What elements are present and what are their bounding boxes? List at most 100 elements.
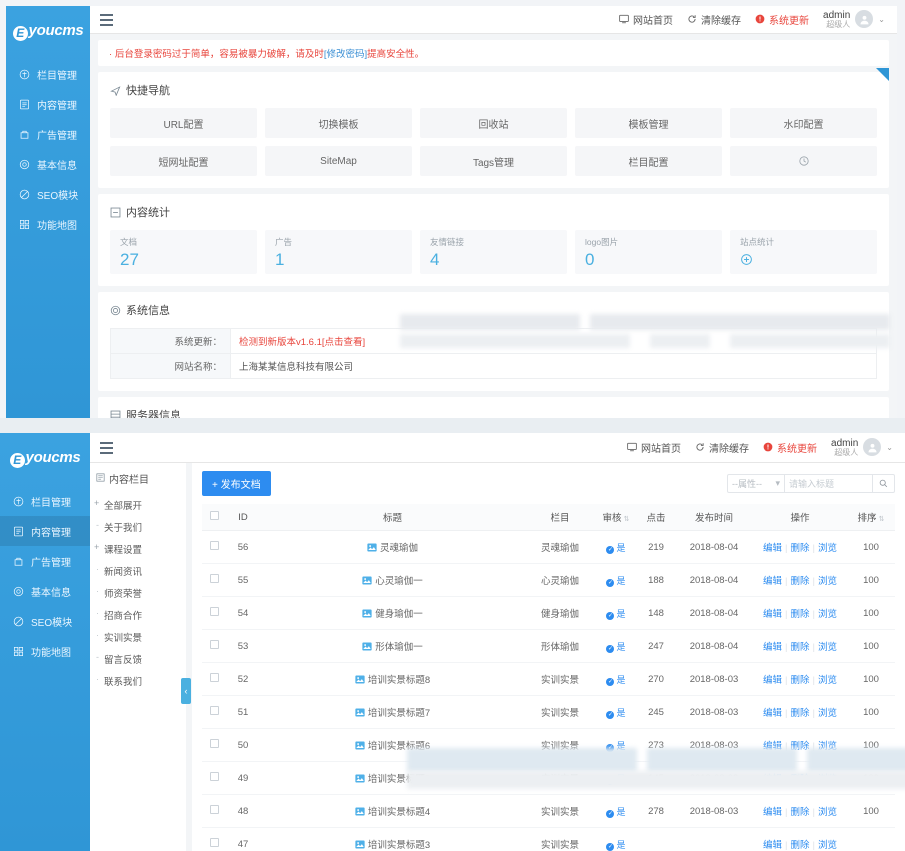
select-all-checkbox[interactable]: [210, 511, 219, 520]
row-title-cell[interactable]: 心灵瑜伽一: [260, 564, 525, 597]
publish-document-button[interactable]: + 发布文档: [202, 471, 271, 496]
tree-item-6[interactable]: ·招商合作: [96, 604, 180, 626]
row-checkbox[interactable]: [210, 772, 219, 781]
row-checkbox[interactable]: [210, 838, 219, 847]
tree-item-3[interactable]: +课程设置: [96, 538, 180, 560]
row-audit-cell[interactable]: ✓是: [595, 630, 637, 663]
row-title-cell[interactable]: 形体瑜伽一: [260, 630, 525, 663]
sidebar-item-4[interactable]: 基本信息: [6, 149, 90, 179]
quick-nav-item-5[interactable]: 水印配置: [730, 108, 877, 138]
view-link[interactable]: 浏览: [818, 609, 837, 620]
row-checkbox[interactable]: [210, 541, 219, 550]
edit-link[interactable]: 编辑: [763, 675, 782, 686]
site-home-link[interactable]: 网站首页: [627, 440, 681, 455]
tree-item-4[interactable]: ·新闻资讯: [96, 560, 180, 582]
row-audit-cell[interactable]: ✓是: [595, 597, 637, 630]
edit-link[interactable]: 编辑: [763, 807, 782, 818]
quick-nav-item-9[interactable]: 栏目配置: [575, 146, 722, 176]
site-home-link[interactable]: 网站首页: [619, 12, 673, 27]
row-title-cell[interactable]: 灵魂瑜伽: [260, 531, 525, 564]
tree-item-7[interactable]: ·实训实景: [96, 626, 180, 648]
edit-link[interactable]: 编辑: [763, 642, 782, 653]
row-title-cell[interactable]: 培训实景标题7: [260, 696, 525, 729]
row-title-cell[interactable]: 培训实景标题8: [260, 663, 525, 696]
quick-nav-item-7[interactable]: SiteMap: [265, 146, 412, 176]
expand-icon[interactable]: +: [94, 542, 99, 552]
quick-nav-item-2[interactable]: 切换模板: [265, 108, 412, 138]
row-checkbox[interactable]: [210, 640, 219, 649]
sidebar-item-6[interactable]: 功能地图: [6, 209, 90, 239]
view-link[interactable]: 浏览: [818, 807, 837, 818]
quick-nav-item-8[interactable]: Tags管理: [420, 146, 567, 176]
row-sort[interactable]: 100: [847, 531, 895, 564]
delete-link[interactable]: 删除: [790, 642, 809, 653]
row-audit-cell[interactable]: ✓是: [595, 564, 637, 597]
row-checkbox[interactable]: [210, 706, 219, 715]
quick-nav-item-1[interactable]: URL配置: [110, 108, 257, 138]
row-checkbox[interactable]: [210, 574, 219, 583]
row-sort[interactable]: 100: [847, 564, 895, 597]
delete-link[interactable]: 删除: [790, 675, 809, 686]
tree-collapse-handle[interactable]: ‹: [181, 678, 191, 704]
delete-link[interactable]: 删除: [790, 609, 809, 620]
row-audit-cell[interactable]: ✓是: [595, 795, 637, 828]
row-sort[interactable]: 100: [847, 597, 895, 630]
row-title-cell[interactable]: 培训实景标题4: [260, 795, 525, 828]
sidebar-item-1[interactable]: 栏目管理: [0, 486, 90, 516]
menu-toggle-icon[interactable]: [90, 442, 120, 454]
attribute-filter-select[interactable]: --属性-- ▾: [727, 474, 785, 493]
tree-item-2[interactable]: -关于我们: [96, 516, 180, 538]
view-link[interactable]: 浏览: [818, 708, 837, 719]
row-checkbox[interactable]: [210, 739, 219, 748]
row-checkbox[interactable]: [210, 607, 219, 616]
clear-cache-link[interactable]: 清除缓存: [695, 440, 749, 455]
quick-nav-item-6[interactable]: 短网址配置: [110, 146, 257, 176]
quick-nav-item-10[interactable]: [730, 146, 877, 176]
row-sort[interactable]: 100: [847, 795, 895, 828]
search-button[interactable]: [873, 474, 895, 493]
clear-cache-link[interactable]: 清除缓存: [687, 12, 741, 27]
edit-link[interactable]: 编辑: [763, 840, 782, 851]
view-link[interactable]: 浏览: [818, 543, 837, 554]
sidebar-item-2[interactable]: 内容管理: [6, 89, 90, 119]
quick-nav-item-4[interactable]: 模板管理: [575, 108, 722, 138]
sidebar-item-3[interactable]: 广告管理: [6, 119, 90, 149]
row-sort[interactable]: 100: [847, 663, 895, 696]
user-menu[interactable]: admin 超级人 ⌄: [823, 10, 885, 30]
delete-link[interactable]: 删除: [790, 576, 809, 587]
sidebar-item-5[interactable]: SEO模块: [0, 606, 90, 636]
sort-icon[interactable]: ⇅: [879, 516, 885, 523]
row-audit-cell[interactable]: ✓是: [595, 531, 637, 564]
sort-icon[interactable]: ⇅: [624, 516, 630, 523]
stat-card-2[interactable]: 广告1: [265, 230, 412, 274]
expand-icon[interactable]: +: [94, 498, 99, 508]
search-input[interactable]: 请输入标题: [785, 474, 873, 493]
sidebar-item-1[interactable]: 栏目管理: [6, 59, 90, 89]
delete-link[interactable]: 删除: [790, 543, 809, 554]
stat-card-3[interactable]: 友情链接4: [420, 230, 567, 274]
sidebar-item-2[interactable]: 内容管理: [0, 516, 90, 546]
column-header-9[interactable]: 排序⇅: [847, 504, 895, 531]
row-audit-cell[interactable]: ✓是: [595, 828, 637, 851]
row-title-cell[interactable]: 培训实景标题3: [260, 828, 525, 851]
tree-item-9[interactable]: ·联系我们: [96, 670, 180, 692]
system-update-link[interactable]: 系统更新: [763, 440, 817, 455]
user-menu[interactable]: admin 超级人 ⌄: [831, 438, 893, 458]
quick-nav-item-3[interactable]: 回收站: [420, 108, 567, 138]
row-title-cell[interactable]: 健身瑜伽一: [260, 597, 525, 630]
delete-link[interactable]: 删除: [790, 807, 809, 818]
edit-link[interactable]: 编辑: [763, 576, 782, 587]
row-sort[interactable]: [847, 828, 895, 851]
sidebar-item-4[interactable]: 基本信息: [0, 576, 90, 606]
edit-link[interactable]: 编辑: [763, 708, 782, 719]
delete-link[interactable]: 删除: [790, 708, 809, 719]
row-sort[interactable]: 100: [847, 630, 895, 663]
view-link[interactable]: 浏览: [818, 576, 837, 587]
tree-item-8[interactable]: -留言反馈: [96, 648, 180, 670]
edit-link[interactable]: 编辑: [763, 543, 782, 554]
tree-item-1[interactable]: +全部展开: [96, 494, 180, 516]
sidebar-item-5[interactable]: SEO模块: [6, 179, 90, 209]
row-audit-cell[interactable]: ✓是: [595, 663, 637, 696]
stat-card-1[interactable]: 文档27: [110, 230, 257, 274]
row-checkbox[interactable]: [210, 673, 219, 682]
